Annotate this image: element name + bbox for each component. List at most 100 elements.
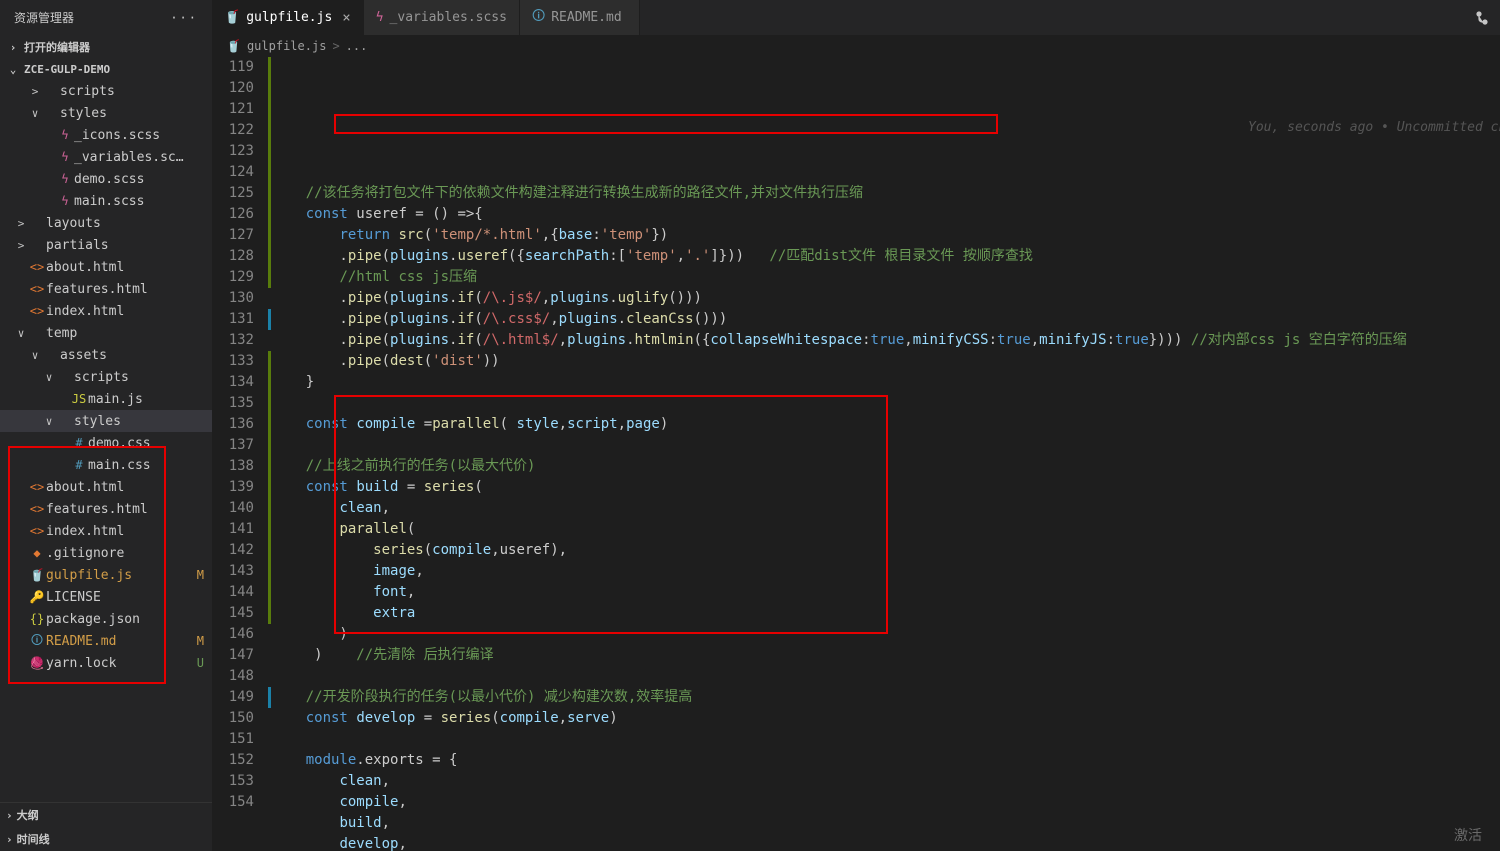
item-label: demo.scss: [74, 172, 190, 187]
code-line[interactable]: module.exports = {: [268, 750, 1500, 771]
item-label: _variables.scss: [74, 150, 190, 165]
file-item[interactable]: 🥤gulpfile.jsM: [0, 564, 212, 586]
file-tree: >scripts∨stylesϟ_icons.scssϟ_variables.s…: [0, 80, 212, 802]
tab-label: gulpfile.js: [246, 10, 332, 25]
item-label: main.css: [88, 458, 190, 473]
editor-tab[interactable]: 🛈README.md: [520, 0, 640, 35]
file-item[interactable]: <>about.html: [0, 476, 212, 498]
file-item[interactable]: #demo.css: [0, 432, 212, 454]
item-label: README.md: [46, 634, 190, 649]
code-line[interactable]: //开发阶段执行的任务(以最小代价) 减少构建次数,效率提高: [268, 687, 1500, 708]
file-item[interactable]: ϟ_icons.scss: [0, 124, 212, 146]
code-line[interactable]: .pipe(plugins.if(/\.html$/,plugins.htmlm…: [268, 330, 1500, 351]
chevron-right-icon: ›: [6, 833, 13, 846]
code-line[interactable]: ) //先清除 后执行编译: [268, 645, 1500, 666]
code-line[interactable]: [268, 729, 1500, 750]
code-line[interactable]: font,: [268, 582, 1500, 603]
code-line[interactable]: .pipe(plugins.if(/\.js$/,plugins.uglify(…: [268, 288, 1500, 309]
code-body[interactable]: You, seconds ago • Uncommitted changes /…: [268, 57, 1500, 851]
file-type-icon: 🛈: [532, 7, 545, 29]
file-type-icon: <>: [28, 282, 46, 296]
folder-item[interactable]: ∨scripts: [0, 366, 212, 388]
code-line[interactable]: [268, 393, 1500, 414]
code-line[interactable]: const develop = series(compile,serve): [268, 708, 1500, 729]
file-type-icon: ϟ: [56, 128, 74, 142]
file-type-icon: <>: [28, 260, 46, 274]
code-line[interactable]: parallel(: [268, 519, 1500, 540]
git-status-badge: M: [190, 634, 204, 648]
file-item[interactable]: 🧶yarn.lockU: [0, 652, 212, 674]
file-item[interactable]: #main.css: [0, 454, 212, 476]
code-line[interactable]: //该任务将打包文件下的依赖文件构建注释进行转换生成新的路径文件,并对文件执行压…: [268, 183, 1500, 204]
tab-label: _variables.scss: [390, 10, 507, 25]
chevron-right-icon: ›: [6, 41, 20, 54]
code-line[interactable]: .pipe(plugins.if(/\.css$/,plugins.cleanC…: [268, 309, 1500, 330]
folder-item[interactable]: ∨ temp: [0, 322, 212, 344]
code-line[interactable]: develop,: [268, 834, 1500, 851]
folder-item[interactable]: >scripts: [0, 80, 212, 102]
folder-item[interactable]: >partials: [0, 234, 212, 256]
folder-item[interactable]: >layouts: [0, 212, 212, 234]
chevron-down-icon: ∨: [14, 327, 28, 340]
file-item[interactable]: ϟ_variables.scss: [0, 146, 212, 168]
item-label: partials: [46, 238, 190, 253]
code-editor[interactable]: 1191201211221231241251261271281291301311…: [212, 57, 1500, 851]
code-line[interactable]: build,: [268, 813, 1500, 834]
code-line[interactable]: //html css js压缩: [268, 267, 1500, 288]
timeline-header[interactable]: › 时间线: [0, 827, 212, 851]
folder-item[interactable]: ∨styles: [0, 410, 212, 432]
file-item[interactable]: <>index.html: [0, 520, 212, 542]
file-item[interactable]: 🔑LICENSE: [0, 586, 212, 608]
code-line[interactable]: extra: [268, 603, 1500, 624]
code-line[interactable]: clean,: [268, 498, 1500, 519]
close-icon[interactable]: ×: [342, 10, 350, 26]
file-item[interactable]: ϟdemo.scss: [0, 168, 212, 190]
code-line[interactable]: image,: [268, 561, 1500, 582]
explorer-more-icon[interactable]: ···: [170, 11, 198, 25]
code-line[interactable]: [268, 162, 1500, 183]
code-line[interactable]: [268, 666, 1500, 687]
code-line[interactable]: ): [268, 624, 1500, 645]
code-line[interactable]: compile,: [268, 792, 1500, 813]
item-label: temp: [46, 326, 190, 341]
project-header[interactable]: ⌄ ZCE-GULP-DEMO: [0, 59, 212, 80]
code-line[interactable]: const useref = () =>{: [268, 204, 1500, 225]
annotation-box: [334, 114, 998, 134]
file-item[interactable]: ◆.gitignore: [0, 542, 212, 564]
compare-changes-icon[interactable]: [1474, 10, 1490, 26]
item-label: about.html: [46, 480, 190, 495]
folder-item[interactable]: ∨assets: [0, 344, 212, 366]
code-line[interactable]: .pipe(plugins.useref({searchPath:['temp'…: [268, 246, 1500, 267]
item-label: features.html: [46, 502, 190, 517]
code-line[interactable]: }: [268, 372, 1500, 393]
breadcrumb-symbol: ...: [346, 39, 368, 53]
code-line[interactable]: const compile =parallel( style,script,pa…: [268, 414, 1500, 435]
code-line[interactable]: return src('temp/*.html',{base:'temp'}): [268, 225, 1500, 246]
code-line[interactable]: series(compile,useref),: [268, 540, 1500, 561]
file-item[interactable]: ϟmain.scss: [0, 190, 212, 212]
outline-header[interactable]: › 大纲: [0, 803, 212, 827]
file-item[interactable]: {}package.json: [0, 608, 212, 630]
file-type-icon: <>: [28, 502, 46, 516]
item-label: about.html: [46, 260, 190, 275]
editor-tab[interactable]: 🥤gulpfile.js×: [212, 0, 364, 35]
open-editors-header[interactable]: › 打开的编辑器: [0, 35, 212, 59]
file-item[interactable]: <>features.html: [0, 498, 212, 520]
file-type-icon: ◆: [28, 546, 46, 560]
file-item[interactable]: <>about.html: [0, 256, 212, 278]
code-line[interactable]: [268, 435, 1500, 456]
file-item[interactable]: <>index.html: [0, 300, 212, 322]
code-line[interactable]: .pipe(dest('dist')): [268, 351, 1500, 372]
item-label: layouts: [46, 216, 190, 231]
code-line[interactable]: clean,: [268, 771, 1500, 792]
breadcrumb[interactable]: 🥤 gulpfile.js > ...: [212, 35, 1500, 57]
code-line[interactable]: //上线之前执行的任务(以最大代价): [268, 456, 1500, 477]
file-type-icon: JS: [70, 392, 88, 406]
code-line[interactable]: const build = series(: [268, 477, 1500, 498]
file-item[interactable]: 🛈README.mdM: [0, 630, 212, 652]
git-status-badge: M: [190, 568, 204, 582]
file-item[interactable]: JSmain.js: [0, 388, 212, 410]
editor-tab[interactable]: ϟ_variables.scss: [364, 0, 520, 35]
folder-item[interactable]: ∨styles: [0, 102, 212, 124]
file-item[interactable]: <>features.html: [0, 278, 212, 300]
